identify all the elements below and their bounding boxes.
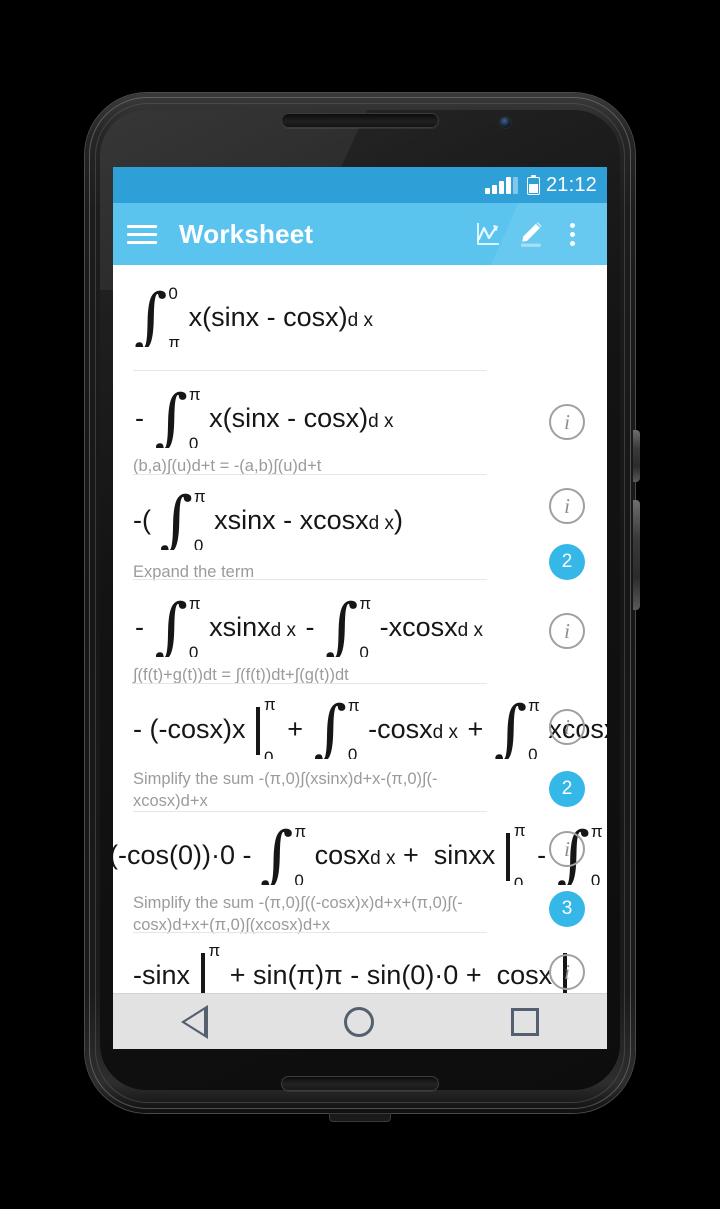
step-expression: - (-cosx)x π0 + ∫ π0 -cosxd x + ∫ π0 xco… [133, 693, 607, 759]
bottom-speaker [281, 1076, 439, 1091]
worksheet-row[interactable]: ∫ 0π x(sinx - cosx)d x [113, 265, 607, 370]
circle-home-icon[interactable] [344, 1006, 375, 1037]
worksheet-row[interactable]: - ∫ π0 x(sinx - cosx)d x (b,a)∫(u)d+t = … [113, 370, 607, 475]
step-expression: (-cos(0))·0 - ∫ π0 cosxd x + sinxx π0 - … [113, 819, 603, 885]
info-marker[interactable]: i [549, 954, 585, 990]
evaluation-bar: π0 [505, 822, 526, 885]
badge-count: 2 [549, 544, 585, 580]
worksheet-row[interactable]: - ∫ π0 xsinxd x - ∫ π0 -xcosxd x ∫(f(t)+… [113, 579, 607, 684]
screenshot-root: 21:12 Worksheet ∫ 0 π x(sinx - cosx)d x … [0, 0, 720, 1209]
info-icon[interactable]: i [549, 613, 585, 649]
integral-symbol: ∫ 0π [134, 281, 181, 347]
step-count-badge[interactable]: 2 [549, 771, 585, 807]
step-expression: - ∫ π0 xsinxd x - ∫ π0 -xcosxd x [135, 591, 483, 657]
triangle-back-icon[interactable] [181, 1004, 209, 1039]
status-bar: 21:12 [113, 167, 607, 203]
power-button[interactable] [633, 430, 640, 482]
worksheet-row[interactable]: - (-cosx)x π0 + ∫ π0 -cosxd x + ∫ π0 xco… [113, 683, 607, 811]
android-nav-bar [113, 993, 607, 1049]
usb-port [329, 1113, 391, 1122]
info-icon[interactable]: i [549, 488, 585, 524]
worksheet-step-list[interactable]: ∫ 0π x(sinx - cosx)d x - ∫ π0 x(sinx - c… [113, 265, 607, 1005]
step-hint: Simplify the sum -(π,0)∫((-cosx)x)d+x+(π… [133, 894, 463, 934]
signal-bars-icon [484, 176, 518, 194]
badge-count: 2 [549, 771, 585, 807]
step-count-badge[interactable]: 3 [549, 891, 585, 927]
phone-screen: 21:12 Worksheet ∫ 0 π x(sinx - cosx)d x … [113, 167, 607, 1049]
integral-symbol: ∫ π0 [493, 693, 540, 759]
integral-symbol: ∫ π0 [260, 819, 307, 885]
integral-symbol: ∫ π0 [325, 591, 372, 657]
hamburger-menu-icon[interactable] [127, 224, 157, 244]
square-recents-icon[interactable] [510, 1007, 539, 1036]
step-hint: Simplify the sum -(π,0)∫(xsinx)d+x-(π,0)… [133, 770, 438, 810]
info-icon[interactable]: i [549, 954, 585, 990]
status-bar-clock: 21:12 [545, 173, 597, 196]
info-marker[interactable]: i [549, 404, 585, 440]
integral-symbol: ∫ π0 [154, 382, 201, 448]
kebab-overflow-icon[interactable] [551, 213, 593, 255]
app-bar: Worksheet [113, 203, 607, 265]
step-expression: ∫ 0π x(sinx - cosx)d x [134, 281, 373, 347]
evaluation-bar: π0 [256, 696, 276, 759]
info-marker[interactable]: i [549, 613, 585, 649]
earpiece-speaker [281, 113, 439, 128]
info-icon[interactable]: i [549, 709, 585, 745]
integral-symbol: ∫ π0 [154, 591, 201, 657]
battery-icon [526, 175, 540, 195]
front-camera [500, 117, 511, 128]
page-title: Worksheet [179, 218, 314, 249]
pencil-edit-icon[interactable] [509, 213, 551, 255]
info-marker[interactable]: i [549, 488, 585, 524]
integral-symbol: ∫ π0 [313, 693, 360, 759]
info-icon[interactable]: i [549, 404, 585, 440]
integral-symbol: ∫ π0 [159, 484, 206, 550]
step-expression: -( ∫ π0 xsinx - xcosxd x) [133, 484, 403, 550]
line-chart-icon[interactable] [467, 213, 509, 255]
step-expression: - ∫ π0 x(sinx - cosx)d x [135, 382, 394, 448]
info-marker[interactable]: i [549, 709, 585, 745]
info-marker[interactable]: i [549, 831, 585, 867]
worksheet-row[interactable]: (-cos(0))·0 - ∫ π0 cosxd x + sinxx π0 - … [113, 811, 607, 934]
step-count-badge[interactable]: 2 [549, 544, 585, 580]
worksheet-row[interactable]: -( ∫ π0 xsinx - xcosxd x) Expand the ter… [113, 474, 607, 581]
badge-count: 3 [549, 891, 585, 927]
volume-button[interactable] [633, 500, 640, 610]
info-icon[interactable]: i [549, 831, 585, 867]
